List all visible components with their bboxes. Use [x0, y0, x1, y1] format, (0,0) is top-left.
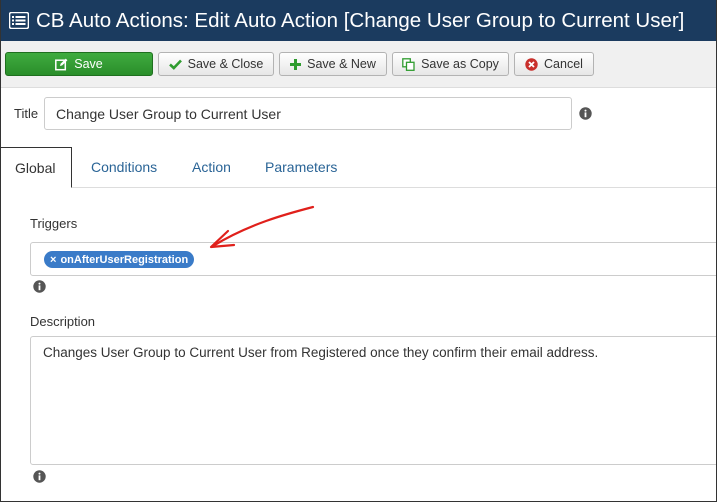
info-icon[interactable] [33, 280, 46, 293]
tab-action[interactable]: Action [192, 147, 231, 187]
tab-global[interactable]: Global [1, 147, 72, 188]
trigger-tag-label: onAfterUserRegistration [60, 253, 189, 266]
edit-icon [55, 58, 68, 71]
tab-bar: Global Conditions Action Parameters [1, 147, 716, 188]
plus-icon [290, 58, 302, 70]
description-textarea[interactable]: Changes User Group to Current User from … [30, 336, 716, 465]
save-and-new-button[interactable]: Save & New [279, 52, 387, 76]
info-icon[interactable] [579, 107, 592, 120]
checkmark-icon [168, 59, 182, 70]
title-input[interactable] [44, 97, 572, 130]
save-and-close-button[interactable]: Save & Close [158, 52, 274, 76]
save-and-new-label: Save & New [307, 57, 376, 71]
cancel-button[interactable]: Cancel [514, 52, 594, 76]
copy-icon [402, 57, 415, 71]
triggers-label: Triggers [30, 216, 78, 231]
page-title: CB Auto Actions: Edit Auto Action [Chang… [36, 8, 685, 32]
cancel-icon [525, 57, 538, 71]
annotation-arrow-icon [209, 205, 315, 249]
save-as-copy-button[interactable]: Save as Copy [392, 52, 509, 76]
remove-tag-icon[interactable]: × [50, 254, 56, 266]
save-button-label: Save [74, 57, 103, 71]
edit-auto-action-window: CB Auto Actions: Edit Auto Action [Chang… [0, 0, 717, 502]
triggers-input[interactable]: × onAfterUserRegistration [30, 242, 716, 276]
tab-conditions[interactable]: Conditions [91, 147, 157, 187]
title-label: Title [14, 106, 39, 121]
save-as-copy-label: Save as Copy [421, 57, 499, 71]
trigger-tag: × onAfterUserRegistration [44, 251, 195, 268]
title-bar: CB Auto Actions: Edit Auto Action [Chang… [1, 0, 716, 41]
info-icon[interactable] [33, 470, 46, 483]
toolbar: Save Save & Close Save & New Save as Cop… [1, 41, 716, 88]
save-button[interactable]: Save [5, 52, 153, 76]
description-label: Description [30, 314, 96, 329]
list-icon [7, 10, 31, 32]
tab-parameters[interactable]: Parameters [265, 147, 337, 187]
cancel-button-label: Cancel [544, 57, 583, 71]
save-and-close-label: Save & Close [187, 57, 264, 71]
